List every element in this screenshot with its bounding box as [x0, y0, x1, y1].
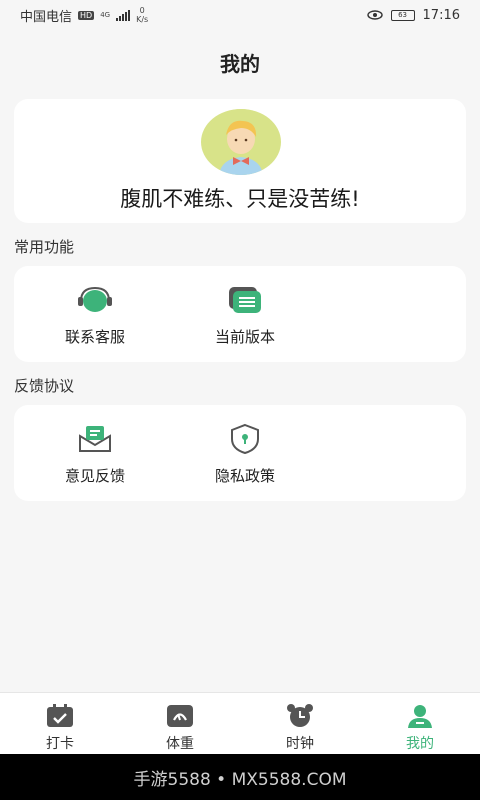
- tab-mine-label: 我的: [406, 736, 434, 752]
- shield-icon: [231, 423, 259, 455]
- carrier-name: 中国电信: [20, 9, 73, 25]
- profile-card: 腹肌不难练、只是没苦练!: [14, 99, 466, 223]
- mail-icon: [79, 426, 111, 452]
- current-version-label: 当前版本: [214, 328, 275, 346]
- tab-checkin-label: 打卡: [46, 736, 74, 752]
- tab-mine[interactable]: 我的: [360, 693, 480, 754]
- privacy-policy-label: 隐私政策: [214, 467, 275, 485]
- calendar-check-icon: [47, 704, 73, 727]
- profile-motto: 腹肌不难练、只是没苦练!: [120, 187, 360, 211]
- section-label-feedback: 反馈协议: [14, 377, 75, 395]
- scale-icon: [167, 705, 193, 727]
- tab-weight[interactable]: 体重: [120, 693, 240, 754]
- section-label-common: 常用功能: [14, 238, 75, 256]
- common-functions-card: 联系客服 当前版本: [14, 266, 466, 362]
- headset-icon: [78, 286, 112, 312]
- contact-support-label: 联系客服: [64, 328, 125, 346]
- page-title: 我的: [220, 52, 260, 76]
- tab-clock[interactable]: 时钟: [240, 693, 360, 754]
- user-icon: [408, 705, 432, 728]
- contact-support-button[interactable]: 联系客服: [40, 284, 150, 347]
- battery-icon: 63: [390, 9, 415, 21]
- status-right: 63 17:16: [366, 7, 460, 23]
- network-speed: 0 K/s: [136, 6, 148, 24]
- hd-badge: HD: [78, 10, 95, 20]
- version-icon: [229, 287, 261, 313]
- privacy-policy-button[interactable]: 隐私政策: [190, 423, 300, 486]
- battery-level: 63: [398, 11, 407, 19]
- alarm-clock-icon: [287, 704, 313, 727]
- status-left: 中国电信 HD 4G 0 K/s: [20, 6, 148, 25]
- signal-icon: [116, 9, 131, 21]
- eye-icon: [366, 10, 383, 20]
- feedback-card: 意见反馈 隐私政策: [14, 405, 466, 501]
- feedback-label: 意见反馈: [64, 467, 125, 485]
- tab-checkin[interactable]: 打卡: [0, 693, 120, 754]
- tab-weight-label: 体重: [166, 736, 194, 752]
- network-type: 4G: [100, 11, 111, 19]
- watermark: 手游5588 • MX5588.COM: [0, 754, 480, 800]
- tab-clock-label: 时钟: [286, 736, 314, 752]
- speed-unit: K/s: [136, 15, 149, 24]
- status-bar: 中国电信 HD 4G 0 K/s 63 17:16: [0, 0, 480, 30]
- speed-value: 0: [139, 6, 145, 15]
- bottom-tab-bar: 打卡 体重 时钟 我的: [0, 692, 480, 754]
- avatar[interactable]: [201, 109, 281, 175]
- current-version-button[interactable]: 当前版本: [190, 284, 300, 347]
- clock-time: 17:16: [422, 7, 460, 23]
- feedback-button[interactable]: 意见反馈: [40, 423, 150, 486]
